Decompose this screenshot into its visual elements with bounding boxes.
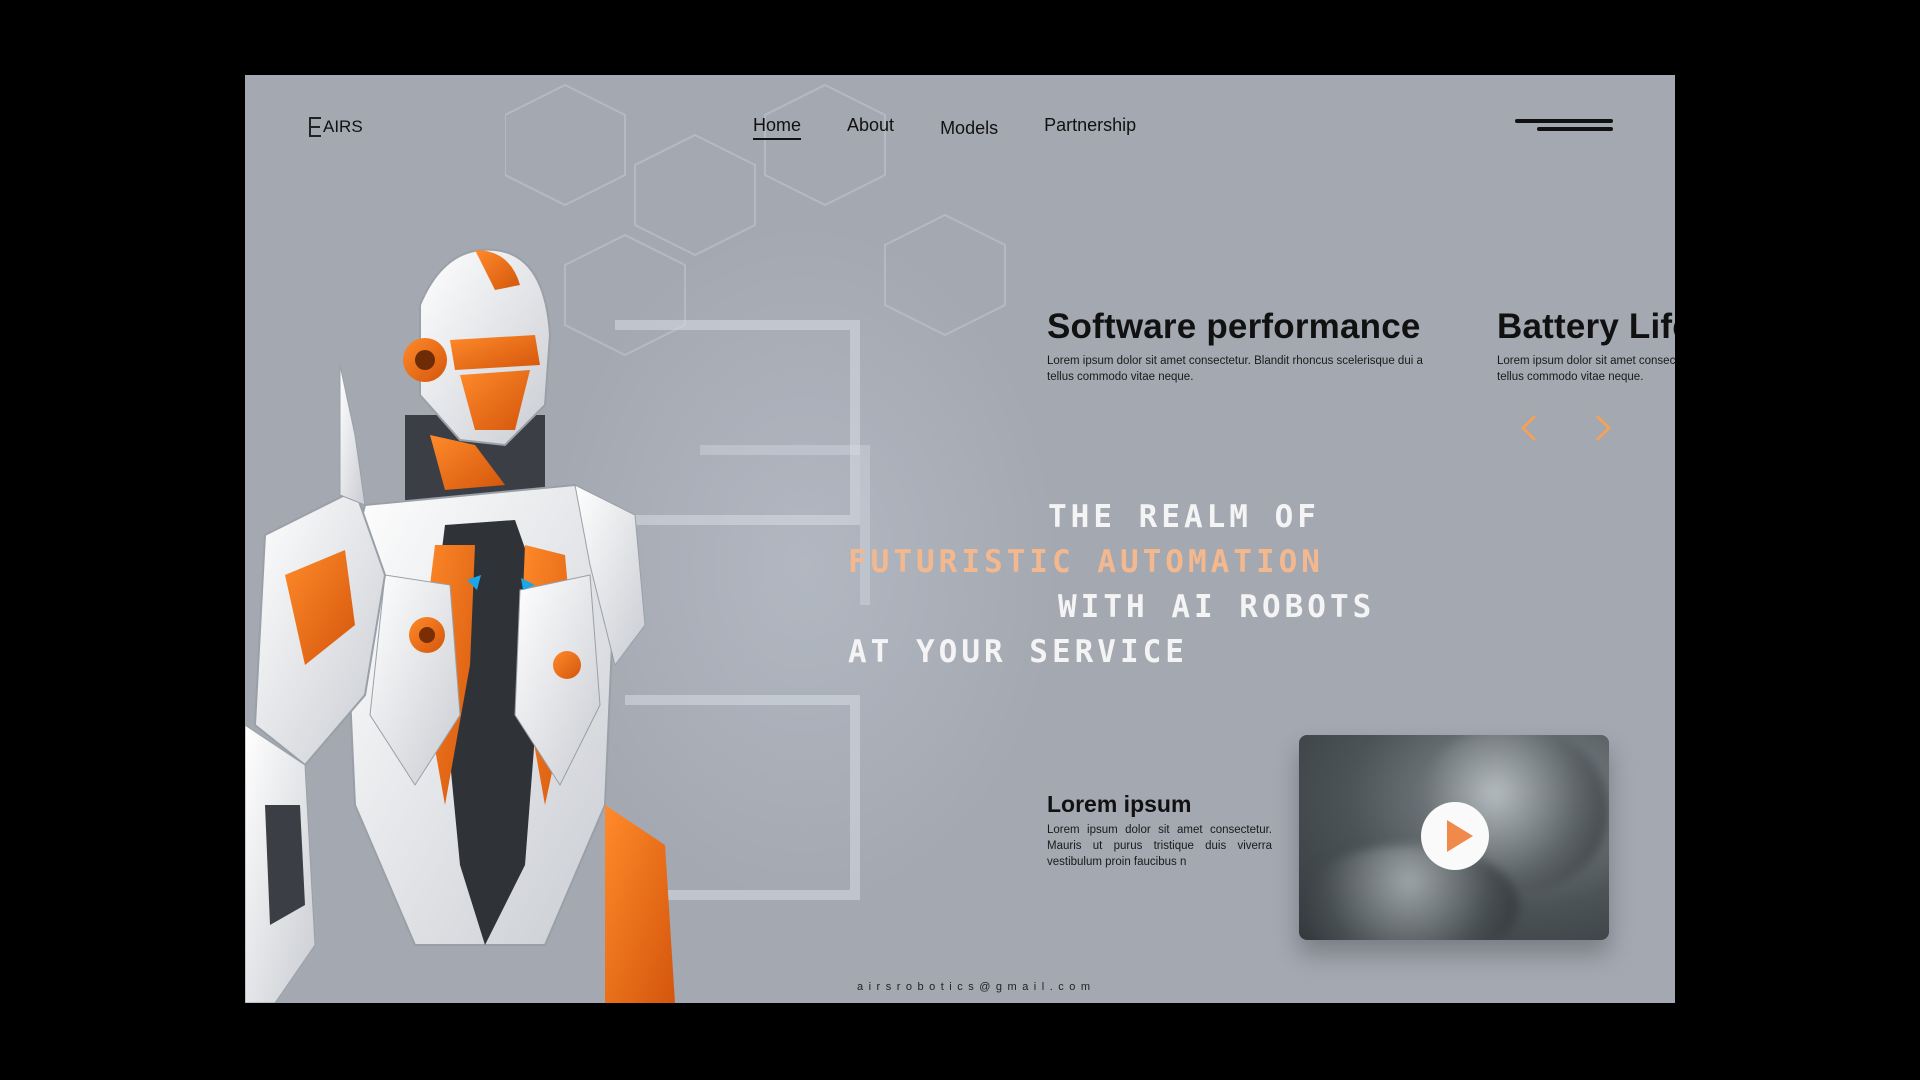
nav-partnership[interactable]: Partnership bbox=[1044, 115, 1136, 140]
play-icon[interactable] bbox=[1421, 802, 1489, 870]
brand-logo[interactable]: AIRS bbox=[309, 117, 363, 137]
headline-line: AT YOUR SERVICE bbox=[848, 634, 1188, 670]
info-text: Lorem ipsum dolor sit amet consectetur. … bbox=[1047, 824, 1272, 868]
hamburger-menu-icon[interactable] bbox=[1515, 119, 1615, 139]
brand-name: AIRS bbox=[323, 117, 363, 136]
main-nav: Home About Models Partnership bbox=[753, 115, 1136, 140]
info-block: Lorem ipsum Lorem ipsum dolor sit amet c… bbox=[1047, 791, 1272, 870]
robot-illustration bbox=[245, 248, 675, 1003]
nav-home[interactable]: Home bbox=[753, 115, 802, 140]
chevron-right-icon[interactable] bbox=[1587, 410, 1617, 446]
headline-line-accent: FUTURISTIC AUTOMATION bbox=[848, 544, 1324, 580]
feature-text: Lorem ipsum dolor sit amet consectetur. … bbox=[1047, 355, 1423, 383]
logo-icon bbox=[309, 117, 321, 137]
landing-page: AIRS Home About Models Partnership Softw… bbox=[245, 75, 1675, 1003]
nav-models[interactable]: Models bbox=[940, 118, 998, 140]
feature-title: Battery Life bbox=[1497, 307, 1675, 346]
info-title: Lorem ipsum bbox=[1047, 791, 1192, 817]
feature-card: Battery Life Lorem ipsum dolor sit amet … bbox=[1497, 307, 1675, 385]
video-thumbnail[interactable] bbox=[1299, 735, 1609, 940]
feature-card: Software performance Lorem ipsum dolor s… bbox=[1047, 307, 1442, 385]
headline-line: WITH AI ROBOTS bbox=[1058, 589, 1376, 625]
contact-email[interactable]: airsrobotics@gmail.com bbox=[857, 981, 1096, 993]
nav-about[interactable]: About bbox=[847, 115, 894, 140]
feature-title: Software performance bbox=[1047, 307, 1421, 346]
chevron-left-icon[interactable] bbox=[1515, 410, 1545, 446]
headline-line: THE REALM OF bbox=[1048, 499, 1320, 535]
feature-text: Lorem ipsum dolor sit amet consectetur. … bbox=[1497, 355, 1675, 383]
carousel-controls bbox=[1515, 410, 1615, 446]
